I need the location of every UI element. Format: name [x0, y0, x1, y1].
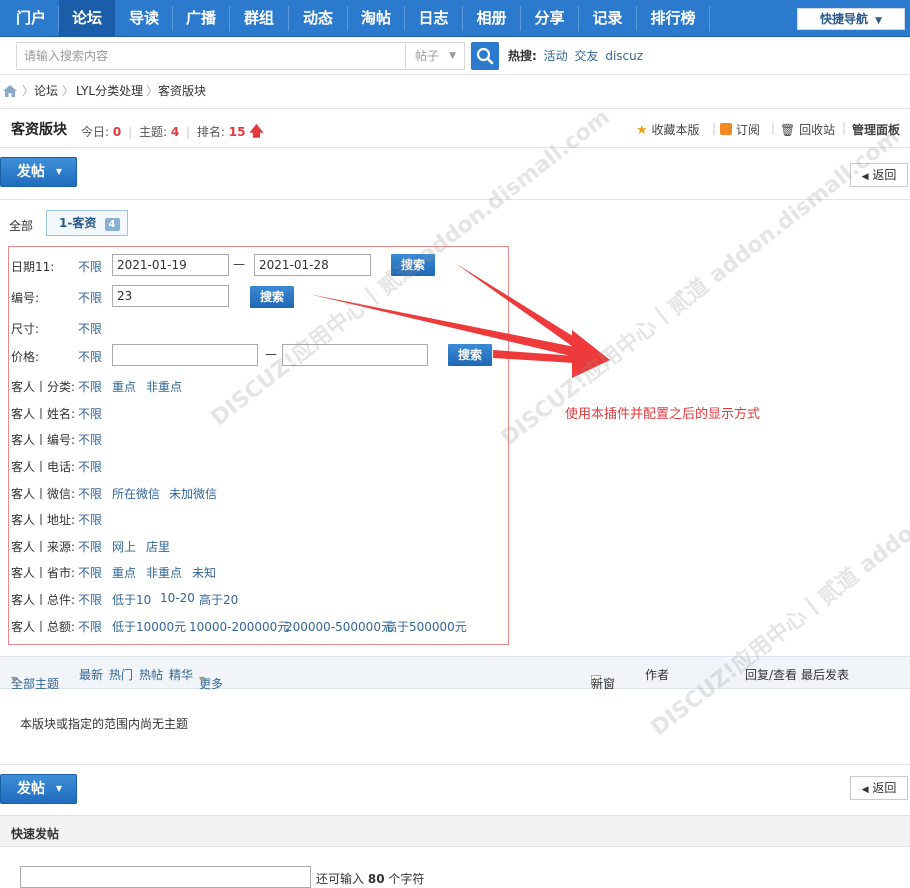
caret-down-icon: ▼	[199, 675, 206, 684]
quick-post-title: 快速发帖	[11, 827, 60, 841]
empty-thread-message: 本版块或指定的范围内尚无主题	[20, 717, 189, 731]
back-arrow-icon: ◀	[861, 785, 869, 795]
column-last-post: 最后发表	[801, 668, 850, 682]
annotation-text: 使用本插件并配置之后的显示方式	[565, 407, 761, 422]
caret-down-icon: ▼	[55, 784, 63, 793]
column-author: 作者	[645, 668, 670, 682]
back-label: 返回	[872, 781, 897, 795]
back-button-bottom[interactable]: ◀ 返回	[850, 776, 908, 800]
quick-post-char-hint: 还可输入 80 个字符	[316, 870, 424, 887]
column-replies-views: 回复/查看	[745, 668, 798, 682]
annotation-arrows	[309, 263, 610, 378]
caret-down-icon: ▼	[11, 675, 18, 684]
divider	[0, 764, 910, 765]
thread-list-header: 全部主题 ▼ 最新 热门 热帖 精华 更多 ▼ 新窗 作者 回复/查看 最后发表	[0, 656, 910, 691]
post-label: 发帖	[17, 781, 45, 797]
arrow-head	[572, 330, 610, 378]
filter-hot-posts[interactable]: 热帖	[139, 666, 163, 683]
filter-hot[interactable]: 热门	[109, 666, 133, 683]
quick-post-subject-input[interactable]	[20, 866, 311, 888]
quick-post-header: 快速发帖	[0, 815, 910, 847]
new-window-label: 新窗	[591, 677, 616, 691]
hint-prefix: 还可输入	[316, 872, 365, 886]
remaining-char-count: 80	[367, 872, 385, 886]
hint-suffix: 个字符	[388, 872, 425, 886]
post-button-bottom[interactable]: 发帖 ▼	[0, 774, 77, 804]
filter-latest[interactable]: 最新	[79, 666, 103, 683]
filter-digest[interactable]: 精华	[169, 666, 193, 683]
all-topics-label: 全部主题	[11, 677, 60, 691]
